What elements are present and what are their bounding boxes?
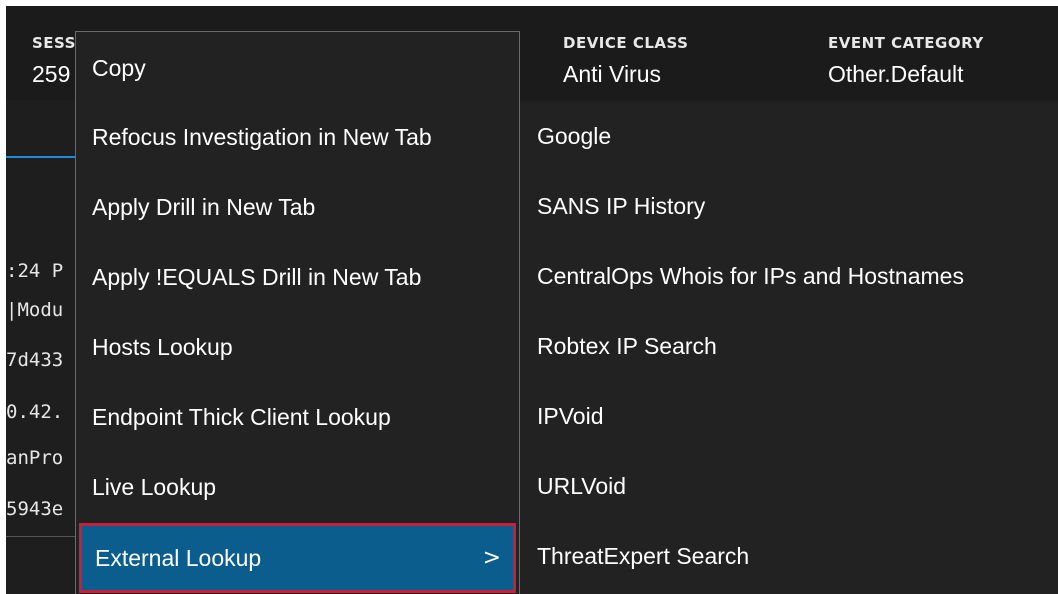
submenu-item-sans-ip-history[interactable]: SANS IP History <box>520 172 1058 241</box>
submenu-item-label: URLVoid <box>537 473 627 499</box>
log-line: |Modu <box>6 299 64 321</box>
event-category-label: EVENT CATEGORY <box>828 34 984 52</box>
log-line: 5943e <box>6 498 64 520</box>
active-tab-underline <box>6 156 86 158</box>
device-class-label: DEVICE CLASS <box>563 34 689 52</box>
menu-item-label: External Lookup <box>95 544 262 571</box>
submenu-item-centralops-whois[interactable]: CentralOps Whois for IPs and Hostnames <box>520 242 1058 311</box>
session-label: SESS <box>32 34 76 52</box>
log-line: anPro <box>6 447 64 469</box>
menu-item-apply-not-equals-drill[interactable]: Apply !EQUALS Drill in New Tab <box>76 243 519 312</box>
menu-item-copy[interactable]: Copy <box>76 34 519 103</box>
submenu-item-label: CentralOps Whois for IPs and Hostnames <box>537 263 964 289</box>
session-value[interactable]: 259 <box>32 61 70 88</box>
menu-item-live-lookup[interactable]: Live Lookup <box>76 453 519 522</box>
log-line: 0.42. <box>6 401 64 423</box>
submenu-item-label: IPVoid <box>537 403 604 429</box>
submenu-item-ipvoid[interactable]: IPVoid <box>520 382 1058 451</box>
menu-item-apply-drill[interactable]: Apply Drill in New Tab <box>76 173 519 242</box>
submenu-item-label: ThreatExpert Search <box>537 543 750 569</box>
menu-item-label: Copy <box>92 55 146 81</box>
event-category-value[interactable]: Other.Default <box>828 61 964 88</box>
divider <box>6 536 86 537</box>
menu-item-label: Apply Drill in New Tab <box>92 194 316 220</box>
context-menu: Copy Refocus Investigation in New Tab Ap… <box>75 31 520 594</box>
menu-item-label: Endpoint Thick Client Lookup <box>92 404 391 430</box>
menu-item-label: Refocus Investigation in New Tab <box>92 124 432 150</box>
submenu-item-threatexpert-search[interactable]: ThreatExpert Search <box>520 522 1058 591</box>
menu-item-endpoint-thick-client-lookup[interactable]: Endpoint Thick Client Lookup <box>76 383 519 452</box>
device-class-value[interactable]: Anti Virus <box>563 61 661 88</box>
submenu-item-robtex-ip-search[interactable]: Robtex IP Search <box>520 312 1058 381</box>
menu-item-external-lookup[interactable]: External Lookup > <box>79 523 516 593</box>
menu-item-label: Live Lookup <box>92 474 217 500</box>
log-line: :24 P <box>6 260 64 282</box>
chevron-right-icon: > <box>482 545 501 571</box>
submenu-item-urlvoid[interactable]: URLVoid <box>520 452 1058 521</box>
menu-item-label: Hosts Lookup <box>92 334 233 360</box>
menu-item-refocus-investigation[interactable]: Refocus Investigation in New Tab <box>76 103 519 172</box>
menu-item-hosts-lookup[interactable]: Hosts Lookup <box>76 313 519 382</box>
log-line: 7d433 <box>6 349 64 371</box>
submenu-item-google[interactable]: Google <box>520 102 1058 171</box>
submenu-item-label: Robtex IP Search <box>537 333 717 359</box>
external-lookup-submenu: Google SANS IP History CentralOps Whois … <box>520 102 1058 594</box>
menu-item-label: Apply !EQUALS Drill in New Tab <box>92 264 422 290</box>
submenu-item-label: Google <box>537 123 612 149</box>
submenu-item-label: SANS IP History <box>537 193 706 219</box>
